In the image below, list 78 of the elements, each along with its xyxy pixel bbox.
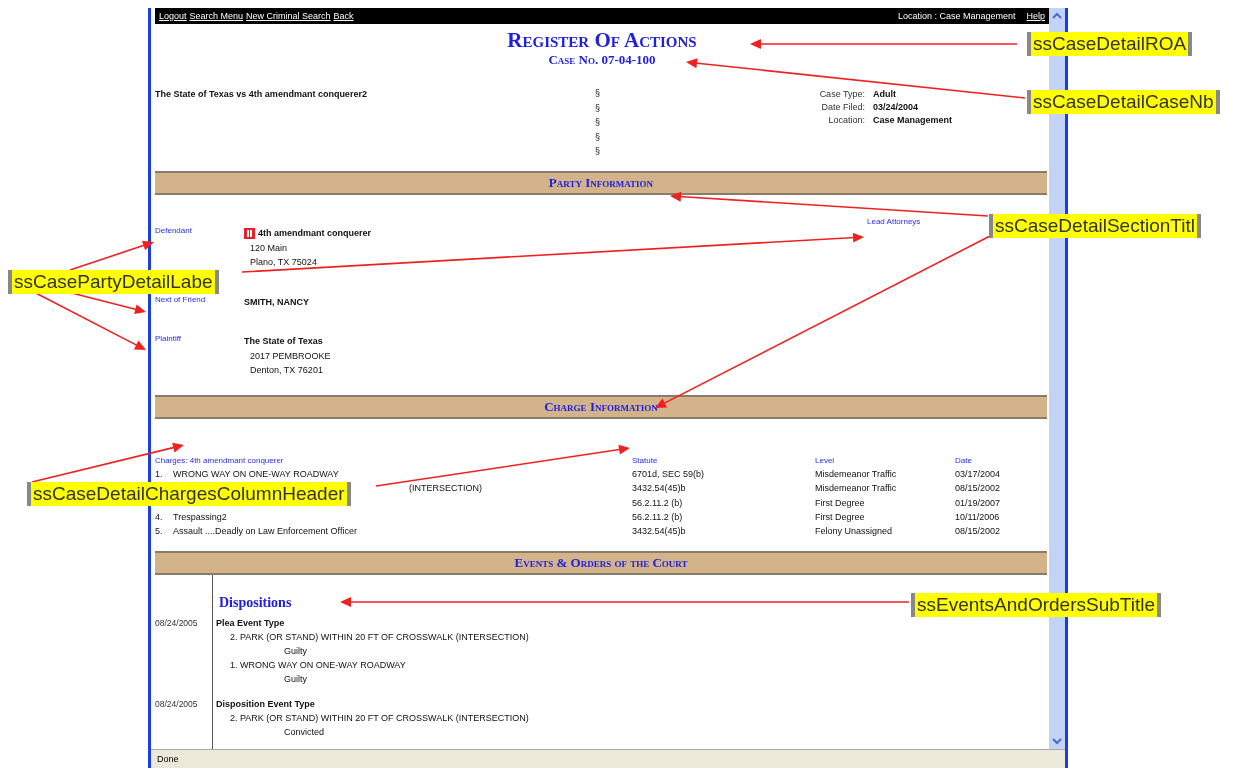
event-result: Guilty <box>283 645 308 658</box>
party-name: 4th amendmant conquerer <box>258 227 372 240</box>
table-cell-text: 08/15/2002 <box>955 525 1002 539</box>
charge-description: Trespassing2 <box>173 510 227 524</box>
table-cell-text: 10/11/2006 <box>955 510 1001 524</box>
table-cell-text: 03/17/2004 <box>955 468 1002 481</box>
column-heading: Lead Attorneys <box>867 217 921 228</box>
table-cell-text: First Degree <box>815 510 866 524</box>
charge-description: Assault ....Deadly on Law Enforcement Officer <box>173 525 357 539</box>
party-role: Next of Friend <box>155 294 207 306</box>
info-label: Location: <box>827 115 865 125</box>
event-charge: 2. PARK (OR STAND) WITHIN 20 FT OF CROSSWALK (INTERSECTION) <box>229 631 530 644</box>
event-date: 08/24/2005 <box>155 617 199 630</box>
charge-description: (INTERSECTION) <box>409 482 482 496</box>
table-cell-text: 6701d, SEC 59(b) <box>632 468 706 481</box>
party-name: The State of Texas <box>244 335 323 348</box>
table-cell-text: 56.2.11.2 (b) <box>632 510 684 524</box>
page-title: Register Of Actions <box>507 28 697 52</box>
scroll-down-icon[interactable] <box>1050 735 1064 747</box>
table-cell-text: 3432.54(45)b <box>632 525 687 539</box>
event-charge: 1. WRONG WAY ON ONE-WAY ROADWAY <box>229 659 407 672</box>
callout-label: ssCaseDetailChargesColumnHeader <box>27 482 351 506</box>
charge-description: WRONG WAY ON ONE-WAY ROADWAY <box>173 468 339 481</box>
info-value: Case Management <box>873 115 953 125</box>
party-address: Plano, TX 75024 <box>249 256 318 269</box>
table-cell-text: 56.2.11.2 (b) <box>632 496 684 510</box>
table-cell-text: Misdemeanor Traffic <box>815 468 898 481</box>
party-address: 120 Main <box>249 241 289 255</box>
table-cell-text: 01/19/2007 <box>955 496 1002 510</box>
location-text: Location : Case Management <box>897 11 1016 21</box>
party-name: SMITH, NANCY <box>244 295 309 309</box>
nav-link[interactable]: Logout <box>159 11 187 21</box>
event-type: Disposition Event Type <box>216 698 316 711</box>
section-mark: § <box>595 130 601 144</box>
event-type: Plea Event Type <box>216 617 286 630</box>
section-mark: § <box>595 101 601 115</box>
section-bar: Events & Orders of the Court <box>155 551 1047 575</box>
charge-number: 5. <box>155 525 164 539</box>
event-result: Convicted <box>283 726 326 739</box>
column-heading: Date <box>955 455 973 467</box>
event-result: Guilty <box>283 673 308 686</box>
column-heading: Level <box>815 455 836 467</box>
info-value: Adult <box>873 89 897 99</box>
case-style: The State of Texas vs 4th amendmant conquerer2 <box>155 89 368 101</box>
event-date: 08/24/2005 <box>155 698 199 711</box>
party-address: 2017 PEMBROOKE <box>249 349 331 363</box>
info-label: Date Filed: <box>820 102 865 112</box>
info-value: 03/24/2004 <box>873 102 920 112</box>
table-cell-text: 3432.54(45)b <box>632 482 687 496</box>
column-heading: Statute <box>632 455 659 467</box>
status-bar: Done <box>151 749 1065 768</box>
section-bar: Party Information <box>155 171 1047 195</box>
callout-label: ssCasePartyDetailLabe <box>8 270 219 294</box>
section-mark: § <box>595 87 601 100</box>
party-address: Denton, TX 76201 <box>249 364 324 377</box>
table-cell-text: 08/15/2002 <box>955 482 1002 496</box>
nav-link[interactable]: Back <box>333 11 354 21</box>
table-cell-text: Misdemeanor Traffic <box>815 482 898 496</box>
callout-label: ssCaseDetailSectionTitl <box>989 214 1201 238</box>
party-role: Plaintiff <box>155 334 183 345</box>
callout-label: ssCaseDetailCaseNb <box>1027 90 1220 114</box>
event-charge: 2. PARK (OR STAND) WITHIN 20 FT OF CROSSWALK (INTERSECTION) <box>229 712 530 725</box>
callout-label: ssEventsAndOrdersSubTitle <box>911 593 1161 617</box>
section-mark: § <box>595 145 601 158</box>
section-bar: Charge Information <box>155 395 1047 419</box>
section-mark: § <box>595 116 601 129</box>
callout-label: ssCaseDetailROA <box>1027 32 1193 56</box>
info-label: Case Type: <box>818 89 865 99</box>
case-number: Case No. 07-04-100 <box>548 52 656 68</box>
column-heading: Charges: 4th amendmant conquerer <box>155 455 285 467</box>
charge-number: 4. <box>155 510 164 524</box>
table-cell-text: First Degree <box>815 496 866 510</box>
table-cell-text: Felony Unassigned <box>815 525 894 539</box>
help-link[interactable]: Help <box>1026 11 1045 21</box>
nav-link[interactable]: New Criminal Search <box>246 11 331 21</box>
party-role: Defendant <box>155 226 193 237</box>
charge-number: 1. <box>155 468 164 481</box>
nav-link[interactable]: Search Menu <box>189 11 244 21</box>
